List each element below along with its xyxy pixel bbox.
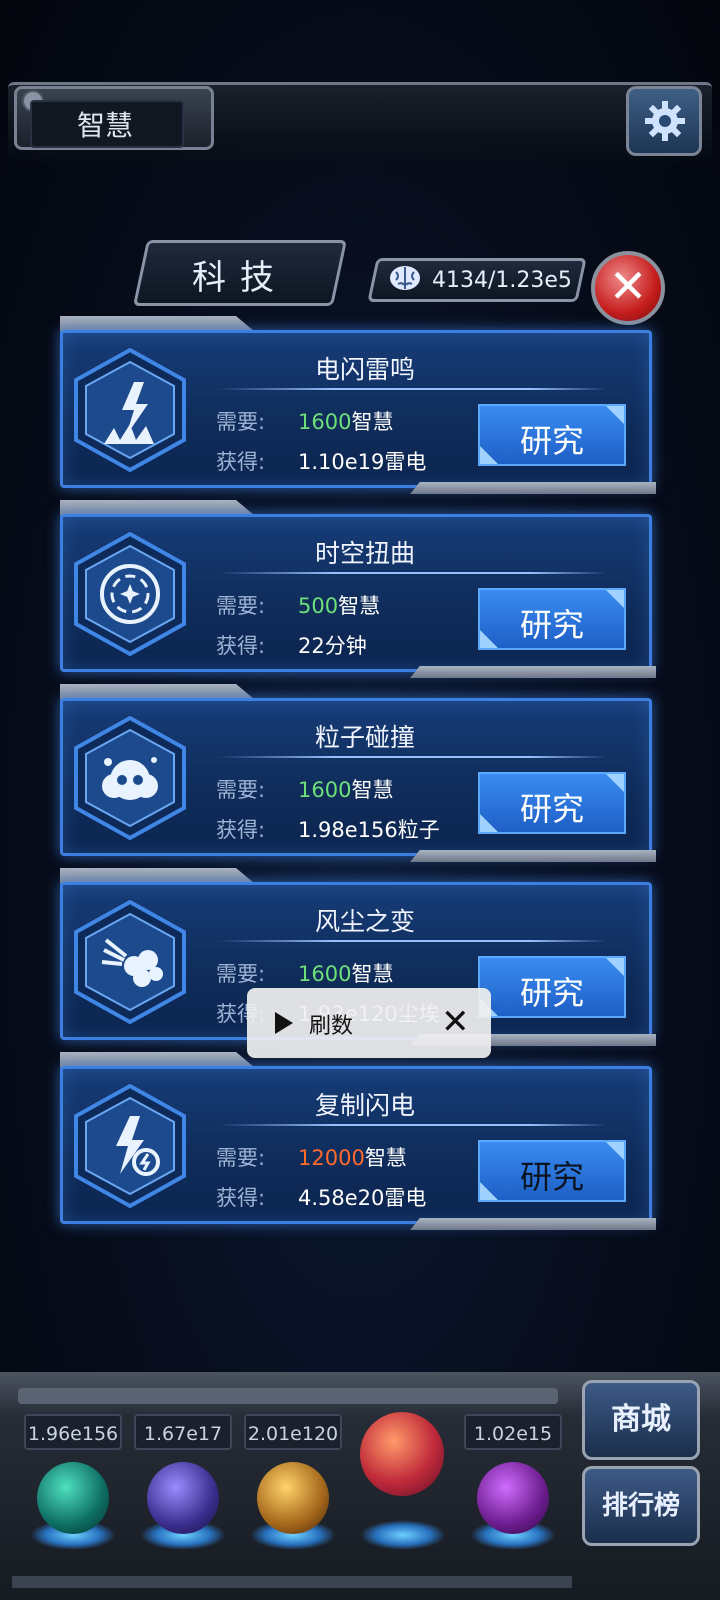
card-bottom-rail [410, 482, 656, 494]
need-value: 1600智慧 [298, 406, 393, 436]
resource-orb[interactable] [477, 1462, 549, 1534]
need-unit: 智慧 [338, 594, 381, 618]
card-bottom-rail [410, 1218, 656, 1230]
dust-storm-icon [74, 900, 186, 1024]
need-value: 12000智慧 [298, 1142, 407, 1172]
need-unit: 智慧 [351, 410, 394, 434]
tech-title: 粒子碰撞 [314, 723, 415, 752]
tech-card: 粒子碰撞 需要: 1600智慧 获得: 1.98e156粒子 研究 [60, 684, 656, 868]
gain-value: 1.98e156粒子 [298, 818, 440, 842]
gain-label: 获得: [216, 634, 266, 658]
need-amount: 1600 [298, 410, 352, 434]
brain-icon [390, 266, 420, 290]
gain-value: 4.58e20雷电 [298, 1186, 427, 1210]
settings-button[interactable] [626, 86, 702, 156]
research-label: 研究 [519, 422, 584, 460]
resource-orb[interactable] [257, 1462, 329, 1534]
bottom-rail [12, 1576, 572, 1588]
need-unit: 智慧 [351, 778, 394, 802]
resource-amount: 2.01e120 [244, 1414, 342, 1450]
need-label: 需要: [216, 778, 266, 802]
divider [218, 572, 608, 574]
resource-amount: 1.02e15 [464, 1414, 562, 1450]
gain-label: 获得: [216, 450, 266, 474]
need-unit: 智慧 [351, 962, 394, 986]
research-button[interactable]: 研究 [478, 772, 626, 834]
particle-collision-icon [74, 716, 186, 840]
gain-value: 22分钟 [298, 634, 367, 658]
need-value: 1600智慧 [298, 958, 393, 988]
gain-value: 1.10e19雷电 [298, 450, 427, 474]
tech-card: 时空扭曲 需要: 500智慧 获得: 22分钟 研究 [60, 500, 656, 684]
resource-orb[interactable] [360, 1412, 444, 1496]
tech-title: 风尘之变 [314, 907, 415, 936]
gear-icon [645, 101, 685, 141]
tech-card: 复制闪电 需要: 12000智慧 获得: 4.58e20雷电 研究 [60, 1052, 656, 1236]
need-amount: 1600 [298, 778, 352, 802]
gain-label: 获得: [216, 1186, 266, 1210]
tech-title: 时空扭曲 [314, 539, 415, 568]
card-bottom-rail [410, 666, 656, 678]
resource-orb[interactable] [147, 1462, 219, 1534]
orb-pedestal [360, 1520, 446, 1550]
close-button[interactable]: ✕ [591, 251, 665, 325]
close-icon: ✕ [608, 259, 648, 313]
research-button[interactable]: 研究 [478, 956, 626, 1018]
need-label: 需要: [216, 1146, 266, 1170]
need-value: 1600智慧 [298, 774, 393, 804]
research-label: 研究 [519, 1158, 584, 1196]
lightning-icon [74, 348, 186, 472]
research-button[interactable]: 研究 [478, 1140, 626, 1202]
shop-button[interactable]: 商城 [582, 1380, 700, 1460]
need-label: 需要: [216, 962, 266, 986]
divider [218, 1124, 608, 1126]
gain-label: 获得: [216, 818, 266, 842]
need-value: 500智慧 [298, 590, 380, 620]
refresh-toast[interactable]: 刷数 ✕ [247, 988, 491, 1058]
need-unit: 智慧 [364, 1146, 407, 1170]
need-label: 需要: [216, 410, 266, 434]
ranking-button[interactable]: 排行榜 [582, 1466, 700, 1546]
wisdom-count: 4134/1.23e5 [432, 268, 572, 293]
need-amount: 1600 [298, 962, 352, 986]
panel-title: 科技 [192, 258, 288, 298]
need-amount: 500 [298, 594, 339, 618]
research-label: 研究 [519, 606, 584, 644]
toast-label: 刷数 [309, 1014, 354, 1039]
vortex-icon [74, 532, 186, 656]
need-amount: 12000 [298, 1146, 365, 1170]
research-label: 研究 [519, 974, 584, 1012]
play-icon[interactable] [275, 1012, 293, 1034]
resource-amount: 1.96e156 [24, 1414, 122, 1450]
tech-title: 复制闪电 [314, 1091, 415, 1120]
research-label: 研究 [519, 790, 584, 828]
need-label: 需要: [216, 594, 266, 618]
copy-lightning-icon [74, 1084, 186, 1208]
resource-orb[interactable] [37, 1462, 109, 1534]
bottom-rail-top [18, 1388, 558, 1404]
tech-title: 电闪雷鸣 [314, 355, 415, 384]
divider [218, 388, 608, 390]
divider [218, 756, 608, 758]
toast-close-icon[interactable]: ✕ [441, 1002, 470, 1042]
research-button[interactable]: 研究 [478, 588, 626, 650]
divider [218, 940, 608, 942]
tech-card: 电闪雷鸣 需要: 1600智慧 获得: 1.10e19雷电 研究 [60, 316, 656, 500]
research-button[interactable]: 研究 [478, 404, 626, 466]
card-bottom-rail [410, 850, 656, 862]
resource-amount: 1.67e17 [134, 1414, 232, 1450]
resource-tab-label: 智慧 [76, 109, 133, 142]
